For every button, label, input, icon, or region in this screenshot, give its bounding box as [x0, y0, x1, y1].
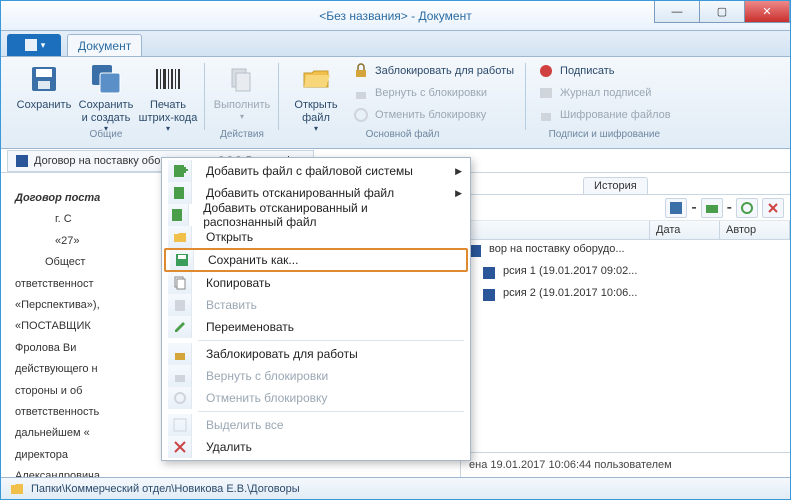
maximize-button[interactable]: ▢: [699, 1, 745, 23]
lock-button[interactable]: Заблокировать для работы: [347, 61, 520, 81]
lock-icon: [353, 63, 369, 79]
word-icon: [481, 265, 497, 281]
pencil-icon: [172, 319, 188, 335]
word-icon: [481, 287, 497, 303]
copy-icon: [172, 275, 188, 291]
right-pane: Версии ___ии История - - Дата Автор вор …: [460, 173, 790, 477]
encrypt-icon: [538, 107, 554, 123]
execute-button: Выполнить ▾: [211, 59, 273, 121]
ribbon-group-common: Сохранить Сохранить и создать ▾ Печать ш…: [7, 59, 205, 148]
save-small-icon: [669, 201, 683, 215]
cm-paste: Вставить: [164, 294, 468, 316]
toolbar-open-icon[interactable]: [701, 198, 723, 218]
execute-icon: [226, 63, 258, 95]
print-barcode-button[interactable]: Печать штрих-кода ▾: [137, 59, 199, 133]
ribbon-tabs: ▾ Документ: [1, 31, 790, 57]
journal-icon: [538, 85, 554, 101]
cm-return-lock: Вернуть с блокировки: [164, 365, 468, 387]
close-button[interactable]: ✕: [744, 1, 790, 23]
unlock-icon: [353, 85, 369, 101]
cancel-lock-icon: [353, 107, 369, 123]
return-icon: [172, 368, 188, 384]
scan-icon: [172, 185, 188, 201]
ribbon-group-mainfile: Открыть файл ▾ Заблокировать для работы …: [279, 59, 526, 148]
tab-document[interactable]: Документ: [67, 34, 142, 56]
barcode-icon: [152, 63, 184, 95]
pane-status: ена 19.01.2017 10:06:44 пользователем: [461, 452, 790, 477]
context-menu: Добавить файл с файловой системы ▶ Добав…: [161, 157, 471, 461]
cm-open[interactable]: Открыть: [164, 226, 468, 248]
save-and-create-button[interactable]: Сохранить и создать ▾: [75, 59, 137, 133]
cm-delete[interactable]: Удалить: [164, 436, 468, 458]
save-button[interactable]: Сохранить: [13, 59, 75, 112]
ocr-icon: [170, 207, 186, 223]
separator: [198, 411, 464, 412]
statusbar: Папки\Коммерческий отдел\Новикова Е.В.\Д…: [1, 477, 790, 499]
minimize-button[interactable]: —: [654, 1, 700, 23]
cm-lock[interactable]: Заблокировать для работы: [164, 343, 468, 365]
refresh-icon: [740, 201, 754, 215]
sign-button[interactable]: Подписать: [532, 61, 677, 81]
select-all-icon: [172, 417, 188, 433]
folder-open-icon: [172, 229, 188, 245]
app-menu-button[interactable]: ▾: [7, 34, 61, 56]
version-row[interactable]: вор на поставку оборудо...: [461, 240, 790, 262]
paste-icon: [172, 297, 188, 313]
toolbar-delete-icon[interactable]: [762, 198, 784, 218]
open-file-button[interactable]: Открыть файл ▾: [285, 59, 347, 133]
cancel-icon: [172, 390, 188, 406]
app-icon: [23, 37, 39, 53]
unlock-button: Вернуть с блокировки: [347, 83, 520, 103]
cm-copy[interactable]: Копировать: [164, 272, 468, 294]
add-file-icon: [172, 163, 188, 179]
cm-add-recognized[interactable]: Добавить отсканированный и распознанный …: [164, 204, 468, 226]
status-path: Папки\Коммерческий отдел\Новикова Е.В.\Д…: [31, 483, 300, 495]
x-icon: [766, 201, 780, 215]
cm-rename[interactable]: Переименовать: [164, 316, 468, 338]
save-create-icon: [90, 63, 122, 95]
cm-add-file[interactable]: Добавить файл с файловой системы ▶: [164, 160, 468, 182]
folder-open-icon: [300, 63, 332, 95]
toolbar-save-icon[interactable]: [665, 198, 687, 218]
sign-journal-button: Журнал подписей: [532, 83, 677, 103]
pane-toolbar: - -: [461, 195, 790, 221]
cancel-lock-button: Отменить блокировку: [347, 105, 520, 125]
versions-table: Дата Автор вор на поставку оборудо... рс…: [461, 221, 790, 452]
chevron-right-icon: ▶: [455, 166, 462, 177]
lock-icon: [172, 346, 188, 362]
ribbon-group-sign: Подписать Журнал подписей Шифрование фай…: [526, 59, 683, 148]
cm-save-as[interactable]: Сохранить как...: [164, 248, 468, 272]
version-row[interactable]: рсия 2 (19.01.2017 10:06...: [461, 284, 790, 306]
toolbar-refresh-icon[interactable]: [736, 198, 758, 218]
version-row[interactable]: рсия 1 (19.01.2017 09:02...: [461, 262, 790, 284]
save-icon: [174, 252, 190, 268]
open-small-icon: [705, 201, 719, 215]
pane-tabs: Версии ___ии История: [461, 173, 790, 195]
window-title: <Без названия> - Документ: [319, 9, 471, 23]
encrypt-button: Шифрование файлов: [532, 105, 677, 125]
stamp-icon: [538, 63, 554, 79]
delete-icon: [172, 439, 188, 455]
cm-cancel-lock: Отменить блокировку: [164, 387, 468, 409]
chevron-right-icon: ▶: [455, 188, 462, 199]
versions-header: Дата Автор: [461, 221, 790, 240]
ribbon-group-actions: Выполнить ▾ Действия: [205, 59, 279, 148]
window-controls: — ▢ ✕: [655, 1, 790, 23]
ribbon: Сохранить Сохранить и создать ▾ Печать ш…: [1, 57, 790, 149]
word-icon: [14, 153, 30, 169]
folder-icon: [9, 481, 25, 497]
cm-select-all: Выделить все: [164, 414, 468, 436]
pane-tab-history[interactable]: История: [583, 177, 648, 194]
save-icon: [28, 63, 60, 95]
titlebar: <Без названия> - Документ — ▢ ✕: [1, 1, 790, 31]
separator: [198, 340, 464, 341]
